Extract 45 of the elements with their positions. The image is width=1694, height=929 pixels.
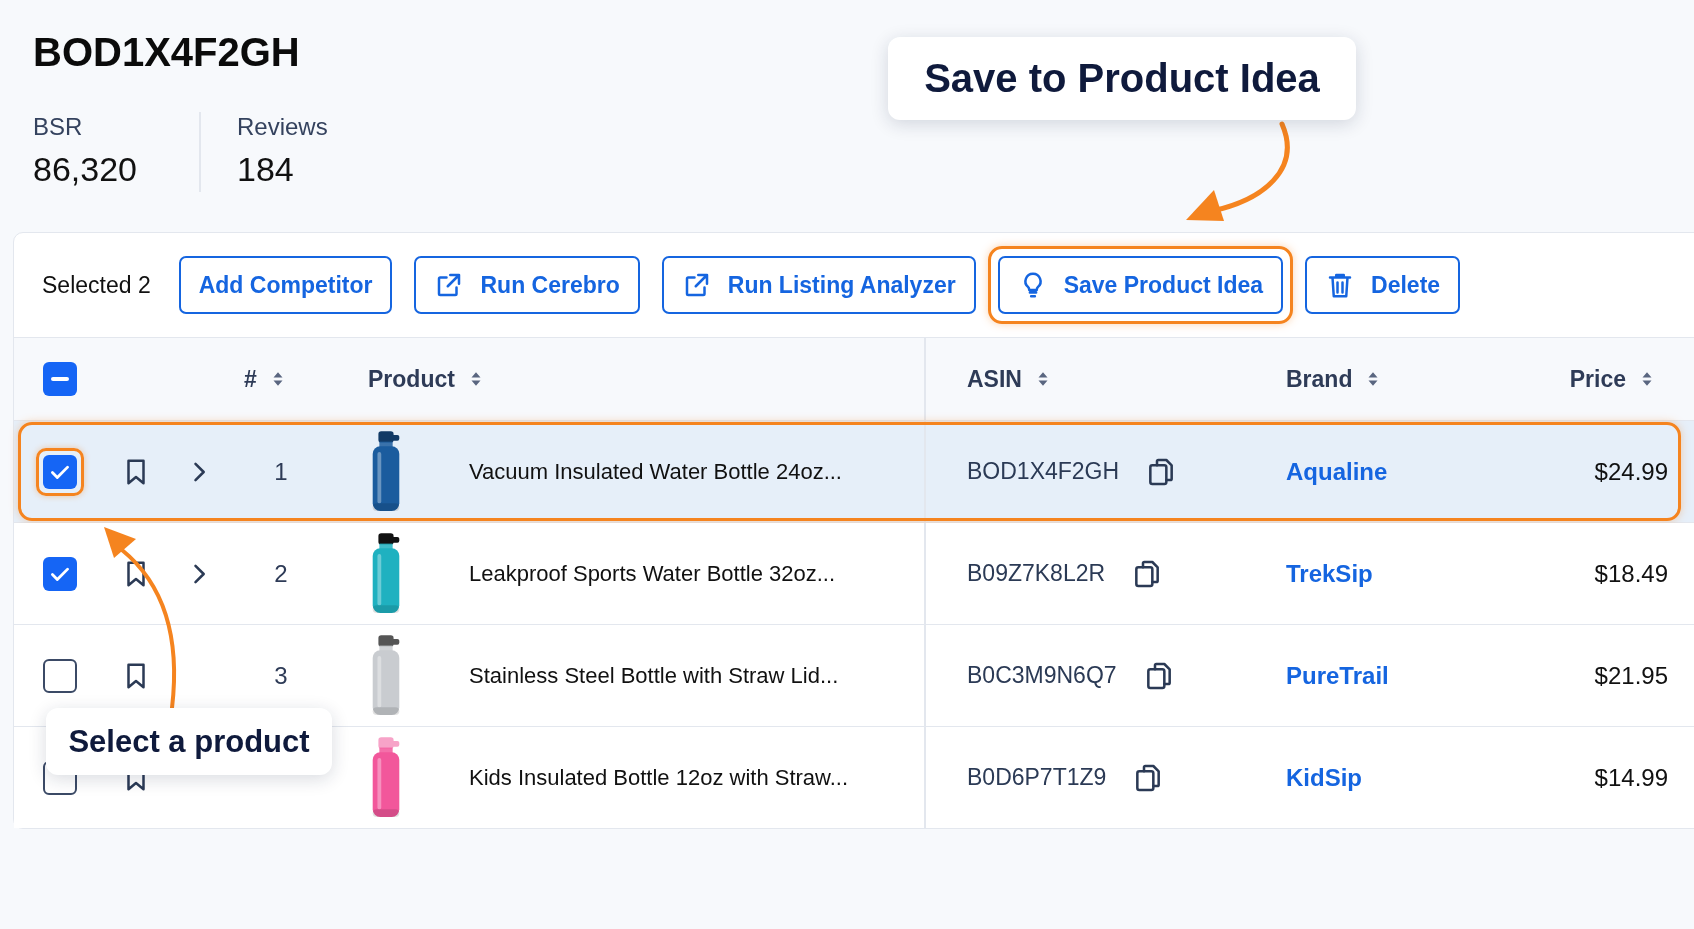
asin-text: B09Z7K8L2R — [967, 560, 1106, 587]
checkbox[interactable] — [43, 454, 77, 489]
checkbox[interactable] — [43, 556, 77, 591]
callout-tooltip: Select a product — [46, 708, 332, 775]
table-row[interactable]: 2 Leakproof Sports Water Bottle 32oz... B09Z7K8L2R TrekSip $18.49 — [14, 523, 1694, 625]
action-button[interactable]: Add Competitor — [178, 256, 393, 314]
action-button[interactable]: Delete — [1305, 256, 1461, 314]
column-header[interactable]: # — [244, 365, 287, 393]
stat-value: 86,320 — [33, 149, 137, 190]
column-header[interactable]: ASIN — [967, 365, 1052, 393]
row-number: 2 — [274, 559, 288, 588]
checkbox[interactable] — [43, 362, 77, 396]
column-header[interactable]: Product — [368, 365, 485, 393]
minus-icon — [51, 377, 69, 381]
product-name: Vacuum Insulated Water Bottle 24oz... — [468, 458, 842, 485]
selection-count: Selected 2 — [42, 271, 151, 299]
checkbox[interactable] — [43, 658, 77, 693]
price-text: $18.49 — [1594, 559, 1668, 588]
callout-tooltip: Save to Product Idea — [888, 37, 1356, 120]
product-name: Leakproof Sports Water Bottle 32oz... — [468, 560, 836, 587]
stat-label: Reviews — [237, 112, 328, 142]
column-header[interactable]: Price — [1569, 365, 1656, 393]
asin-text: BOD1X4F2GH — [967, 458, 1120, 485]
row-number: 1 — [274, 457, 288, 486]
table-row[interactable]: 3 Stainless Steel Bottle with Straw Lid... B0C3M9N6Q7 PureTrail $21.95 — [14, 625, 1694, 727]
product-title: BOD1X4F2GH — [33, 29, 300, 76]
brand-link[interactable]: Aqualine — [1286, 457, 1388, 486]
asin-text: B0C3M9N6Q7 — [967, 662, 1117, 689]
product-name: Stainless Steel Bottle with Straw Lid... — [468, 662, 839, 689]
stat-label: BSR — [33, 112, 83, 142]
price-text: $21.95 — [1594, 661, 1668, 690]
price-text: $24.99 — [1594, 457, 1668, 486]
brand-link[interactable]: KidSip — [1286, 763, 1362, 792]
action-button[interactable]: Run Cerebro — [414, 256, 640, 314]
action-button[interactable]: Save Product Idea — [997, 256, 1284, 314]
stat-value: 184 — [237, 149, 294, 190]
table-row[interactable]: 1 Vacuum Insulated Water Bottle 24oz... BOD1X4F2GH Aqualine $24.99 — [14, 421, 1694, 523]
row-number: 3 — [274, 661, 288, 690]
asin-text: B0D6P7T1Z9 — [967, 764, 1107, 791]
brand-link[interactable]: PureTrail — [1286, 661, 1389, 690]
price-text: $14.99 — [1594, 763, 1668, 792]
column-header[interactable]: Brand — [1286, 365, 1383, 393]
brand-link[interactable]: TrekSip — [1286, 559, 1373, 588]
product-name: Kids Insulated Bottle 12oz with Straw... — [468, 764, 849, 791]
action-button[interactable]: Run Listing Analyzer — [661, 256, 976, 314]
